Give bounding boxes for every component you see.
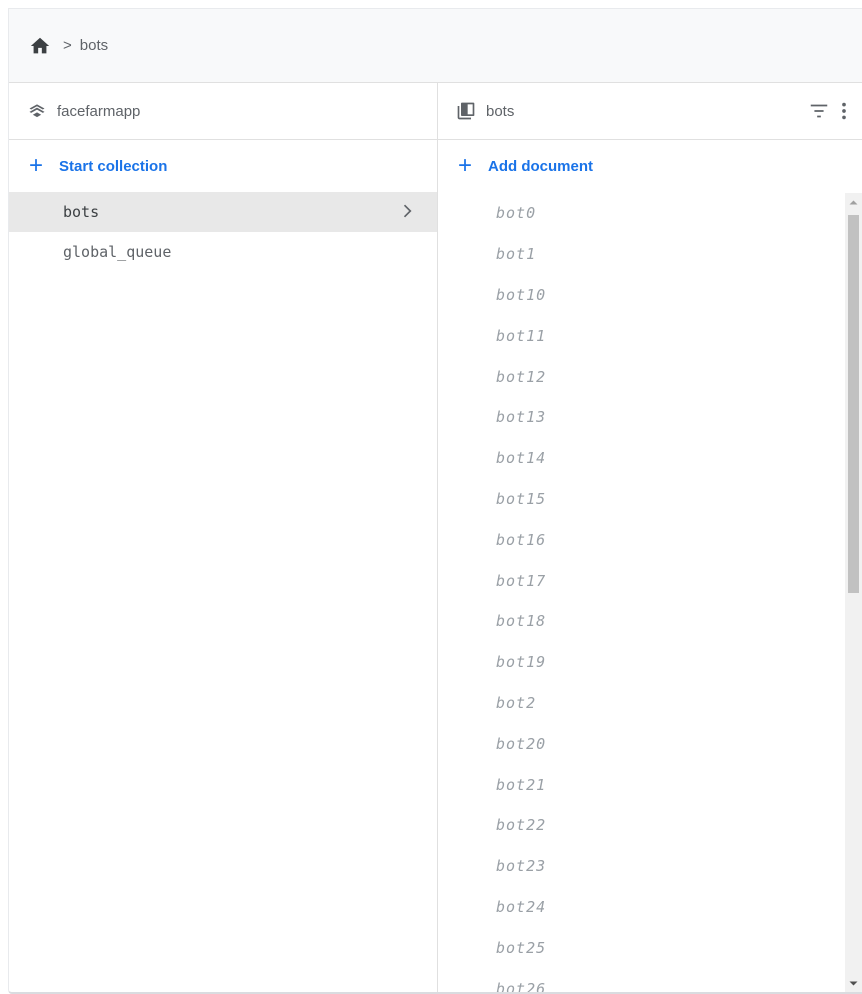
document-item[interactable]: bot19: [438, 642, 844, 683]
start-collection-button[interactable]: + Start collection: [9, 140, 437, 192]
firestore-data-viewer: > bots facefarmapp + Start collection bo…: [8, 8, 862, 994]
breadcrumb-item-bots[interactable]: bots: [80, 37, 108, 54]
document-item[interactable]: bot17: [438, 560, 844, 601]
breadcrumb: > bots: [9, 9, 862, 83]
document-item[interactable]: bot1: [438, 234, 844, 275]
scroll-up-arrow[interactable]: [845, 193, 862, 210]
document-item[interactable]: bot26: [438, 968, 844, 992]
collection-icon: [456, 101, 476, 121]
home-icon[interactable]: [29, 35, 51, 57]
document-list: bot0 bot1 bot10 bot11 bot12 bot13 bot14 bot15 bo…: [438, 193, 844, 992]
plus-icon: +: [29, 152, 44, 179]
project-header: facefarmapp: [9, 83, 437, 140]
document-item[interactable]: bot22: [438, 805, 844, 846]
collection-header: bots: [438, 83, 862, 140]
document-item[interactable]: bot25: [438, 927, 844, 968]
scrollbar[interactable]: [845, 193, 862, 992]
document-item[interactable]: bot15: [438, 479, 844, 520]
document-item[interactable]: bot20: [438, 723, 844, 764]
document-item[interactable]: bot14: [438, 438, 844, 479]
chevron-right-icon: [397, 201, 417, 221]
collection-item-global-queue[interactable]: global_queue: [9, 232, 437, 272]
document-item[interactable]: bot16: [438, 519, 844, 560]
document-item[interactable]: bot10: [438, 275, 844, 316]
plus-icon: +: [458, 152, 473, 179]
add-document-label: Add document: [488, 157, 594, 175]
document-item[interactable]: bot23: [438, 846, 844, 887]
collection-item-bots[interactable]: bots: [9, 192, 437, 232]
document-item[interactable]: bot13: [438, 397, 844, 438]
project-name: facefarmapp: [57, 102, 141, 120]
collection-label: bots: [63, 203, 100, 221]
collection-name: bots: [486, 102, 515, 120]
document-item[interactable]: bot12: [438, 356, 844, 397]
breadcrumb-separator: >: [63, 37, 72, 54]
more-vert-icon[interactable]: [838, 100, 850, 122]
document-item[interactable]: bot11: [438, 315, 844, 356]
document-item[interactable]: bot2: [438, 683, 844, 724]
scroll-down-arrow[interactable]: [845, 975, 862, 992]
documents-panel: bots + Add document bot0 bot1 bot10 bot1…: [438, 83, 862, 992]
scroll-thumb[interactable]: [848, 215, 859, 593]
document-item[interactable]: bot24: [438, 887, 844, 928]
start-collection-label: Start collection: [59, 157, 168, 175]
filter-icon[interactable]: [808, 100, 830, 122]
document-item[interactable]: bot18: [438, 601, 844, 642]
add-document-button[interactable]: + Add document: [438, 140, 862, 192]
document-item[interactable]: bot21: [438, 764, 844, 805]
document-item[interactable]: bot0: [438, 193, 844, 234]
collections-panel: facefarmapp + Start collection bots glob…: [9, 83, 438, 992]
collection-label: global_queue: [63, 243, 172, 261]
firestore-icon: [27, 101, 47, 121]
